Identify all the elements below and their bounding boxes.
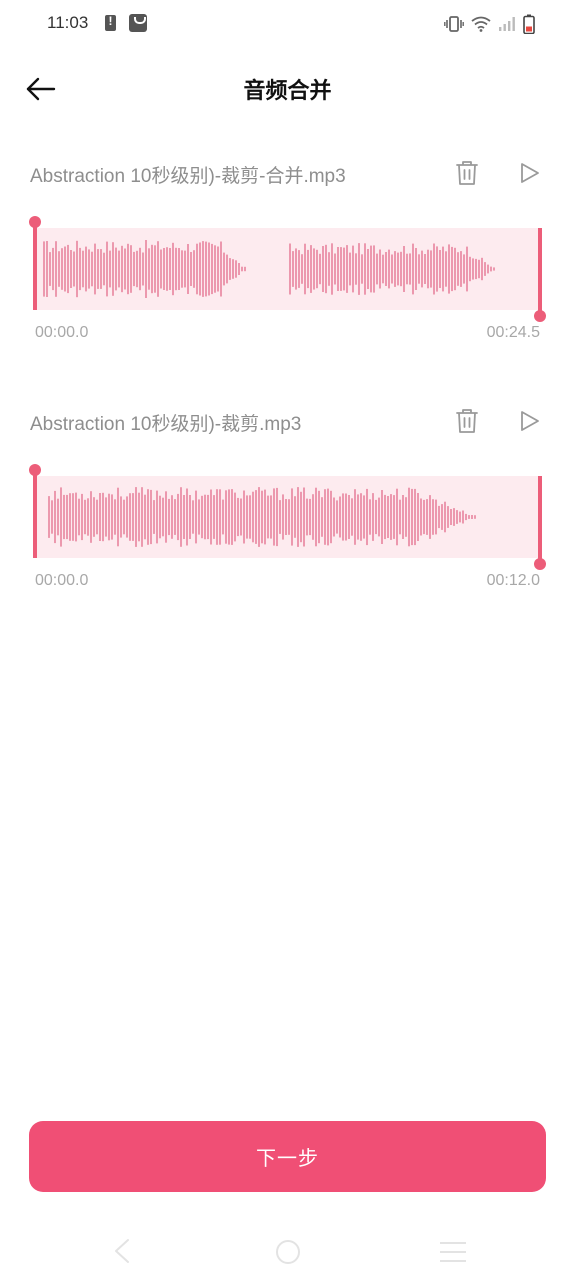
trim-start-handle[interactable] — [33, 468, 37, 558]
trim-end-handle[interactable] — [538, 228, 542, 316]
trim-start-handle[interactable] — [33, 220, 37, 310]
battery-icon — [523, 14, 535, 34]
waveform-bars — [43, 240, 495, 298]
play-button[interactable] — [512, 404, 546, 438]
track-name: Abstraction 10秒级别)-裁剪-合并.mp3 — [30, 166, 346, 187]
play-icon — [521, 163, 539, 183]
trash-icon — [456, 161, 478, 185]
vibrate-icon — [444, 16, 464, 32]
trim-start-knob[interactable] — [29, 464, 41, 476]
page-title: 音频合并 — [243, 79, 332, 104]
play-button[interactable] — [512, 156, 546, 190]
next-step-button[interactable]: 下一步 — [29, 1121, 546, 1192]
waveform[interactable] — [35, 476, 540, 558]
start-time: 00:00.0 — [35, 324, 89, 341]
delete-button[interactable] — [451, 404, 483, 438]
system-nav-bar — [0, 1222, 575, 1280]
audio-track: Abstraction 10秒级别)-裁剪.mp3 00:00.0 00:12.… — [0, 396, 575, 596]
signal-icon — [499, 17, 515, 31]
app-header: 音频合并 — [0, 58, 575, 118]
end-time: 00:12.0 — [486, 572, 540, 589]
play-icon — [521, 411, 539, 431]
status-bar: 11:03 — [0, 0, 575, 48]
status-time: 11:03 — [47, 13, 89, 32]
trim-end-knob[interactable] — [534, 310, 546, 322]
trim-end-handle[interactable] — [538, 476, 542, 564]
waveform-bars — [48, 487, 476, 547]
shopping-bag-icon — [129, 14, 147, 32]
trash-icon — [456, 409, 478, 433]
nav-menu-icon[interactable] — [439, 1241, 467, 1263]
nav-back-icon[interactable] — [110, 1238, 134, 1264]
status-icons — [444, 13, 535, 35]
end-time: 00:24.5 — [486, 324, 540, 341]
nav-home-icon[interactable] — [275, 1239, 301, 1265]
delete-button[interactable] — [451, 156, 483, 190]
wifi-icon — [471, 16, 491, 32]
track-name: Abstraction 10秒级别)-裁剪.mp3 — [30, 414, 302, 435]
waveform[interactable] — [35, 228, 540, 310]
trim-start-knob[interactable] — [29, 216, 41, 228]
trim-end-knob[interactable] — [534, 558, 546, 570]
alert-icon — [105, 14, 116, 31]
audio-track: Abstraction 10秒级别)-裁剪-合并.mp3 00:00.0 00:… — [0, 148, 575, 348]
start-time: 00:00.0 — [35, 572, 89, 589]
